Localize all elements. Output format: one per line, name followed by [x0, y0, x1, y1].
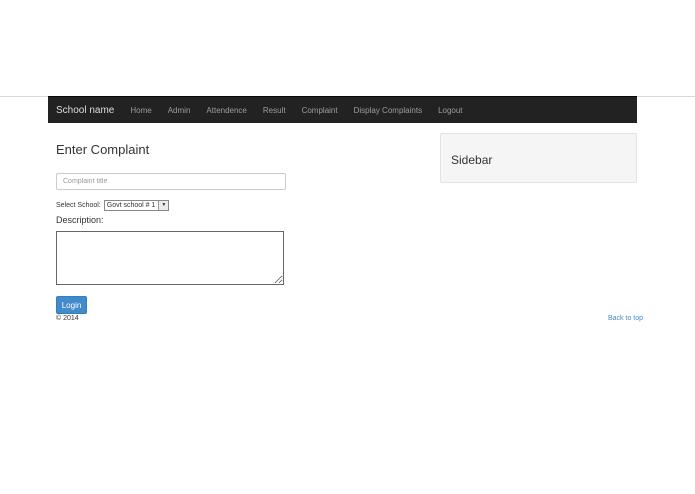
sidebar-panel: Sidebar: [440, 133, 637, 183]
sidebar-title: Sidebar: [451, 153, 493, 167]
nav-item-home[interactable]: Home: [122, 106, 159, 115]
chevron-down-icon[interactable]: ▼: [158, 201, 169, 210]
back-to-top-link[interactable]: Back to top: [608, 315, 643, 322]
school-select-label: Select School:: [56, 202, 101, 209]
nav-item-admin[interactable]: Admin: [160, 106, 199, 115]
nav-item-result[interactable]: Result: [255, 106, 294, 115]
page-title: Enter Complaint: [56, 142, 150, 157]
description-label: Description:: [56, 215, 104, 225]
nav-item-attendence[interactable]: Attendence: [198, 106, 254, 115]
nav-item-complaint[interactable]: Complaint: [294, 106, 346, 115]
school-select-value: Govt school # 1: [106, 202, 156, 209]
description-textarea[interactable]: [56, 231, 284, 285]
login-button[interactable]: Login: [56, 296, 87, 314]
school-select-row: Select School: Govt school # 1 ▼: [56, 200, 170, 211]
complaint-title-input[interactable]: [56, 173, 286, 190]
navbar-brand[interactable]: School name: [48, 105, 122, 116]
copyright-text: © 2014: [56, 315, 79, 322]
school-select[interactable]: Govt school # 1 ▼: [103, 200, 170, 211]
navbar: School name Home Admin Attendence Result…: [48, 96, 637, 123]
nav-item-logout[interactable]: Logout: [430, 106, 470, 115]
nav-item-display-complaints[interactable]: Display Complaints: [346, 106, 430, 115]
